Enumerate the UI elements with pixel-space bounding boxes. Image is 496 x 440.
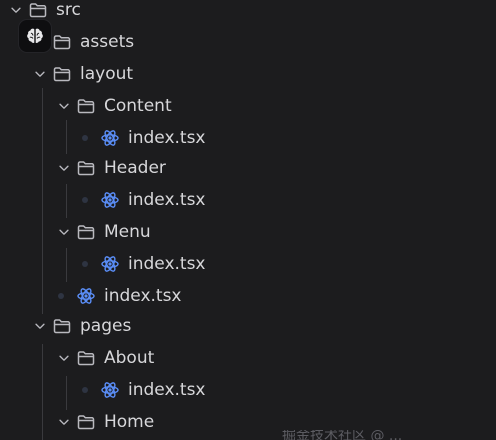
folder-open-icon — [76, 222, 96, 242]
tree-row-content[interactable]: Content — [0, 90, 496, 122]
folder-open-icon — [76, 158, 96, 178]
tree-label: Home — [104, 412, 155, 432]
file-status-dot — [58, 293, 64, 299]
tree-label: index.tsx — [128, 190, 206, 210]
tree-label: Header — [104, 158, 166, 178]
folder-open-icon — [52, 64, 72, 84]
file-explorer-tree: src assets layout Content index.tsx Head… — [0, 0, 496, 440]
folder-open-icon — [28, 0, 48, 20]
tree-row-layout-index[interactable]: index.tsx — [0, 280, 496, 312]
folder-icon — [52, 32, 72, 52]
folder-open-icon — [76, 96, 96, 116]
react-icon — [100, 190, 120, 210]
chevron-down-icon[interactable] — [32, 318, 48, 334]
tree-row-menu[interactable]: Menu — [0, 216, 496, 248]
watermark-text: 掘金技术社区 @ ... — [282, 430, 403, 440]
chevron-down-icon[interactable] — [8, 2, 24, 18]
chevron-down-icon[interactable] — [56, 160, 72, 176]
file-status-dot — [82, 261, 88, 267]
folder-open-icon — [52, 316, 72, 336]
tree-row-assets[interactable]: assets — [0, 26, 496, 58]
tree-label: index.tsx — [128, 128, 206, 148]
tree-row-content-index[interactable]: index.tsx — [0, 122, 496, 154]
tree-label: index.tsx — [128, 254, 206, 274]
brain-icon[interactable] — [19, 20, 51, 52]
tree-label: Menu — [104, 222, 151, 242]
folder-open-icon — [76, 412, 96, 432]
tree-label: assets — [80, 32, 135, 52]
tree-label: Content — [104, 96, 172, 116]
tree-label: src — [56, 0, 81, 20]
tree-row-menu-index[interactable]: index.tsx — [0, 248, 496, 280]
react-icon — [100, 128, 120, 148]
chevron-down-icon[interactable] — [32, 66, 48, 82]
tree-row-header-index[interactable]: index.tsx — [0, 184, 496, 216]
watermark: 掘金技术社区 @ ... — [282, 430, 492, 440]
react-icon — [100, 254, 120, 274]
tree-label: About — [104, 348, 155, 368]
file-status-dot — [82, 197, 88, 203]
tree-row-layout[interactable]: layout — [0, 58, 496, 90]
react-icon — [100, 380, 120, 400]
folder-open-icon — [76, 348, 96, 368]
tree-row-pages[interactable]: pages — [0, 310, 496, 342]
tree-label: pages — [80, 316, 132, 336]
react-icon — [76, 286, 96, 306]
tree-label: index.tsx — [128, 380, 206, 400]
tree-label: index.tsx — [104, 286, 182, 306]
file-status-dot — [82, 387, 88, 393]
chevron-down-icon[interactable] — [56, 350, 72, 366]
chevron-down-icon[interactable] — [56, 224, 72, 240]
chevron-down-icon[interactable] — [56, 98, 72, 114]
file-status-dot — [82, 135, 88, 141]
tree-label: layout — [80, 64, 134, 84]
chevron-down-icon[interactable] — [56, 414, 72, 430]
tree-row-about[interactable]: About — [0, 342, 496, 374]
tree-row-src[interactable]: src — [0, 0, 496, 26]
tree-row-about-index[interactable]: index.tsx — [0, 374, 496, 406]
tree-row-header[interactable]: Header — [0, 152, 496, 184]
